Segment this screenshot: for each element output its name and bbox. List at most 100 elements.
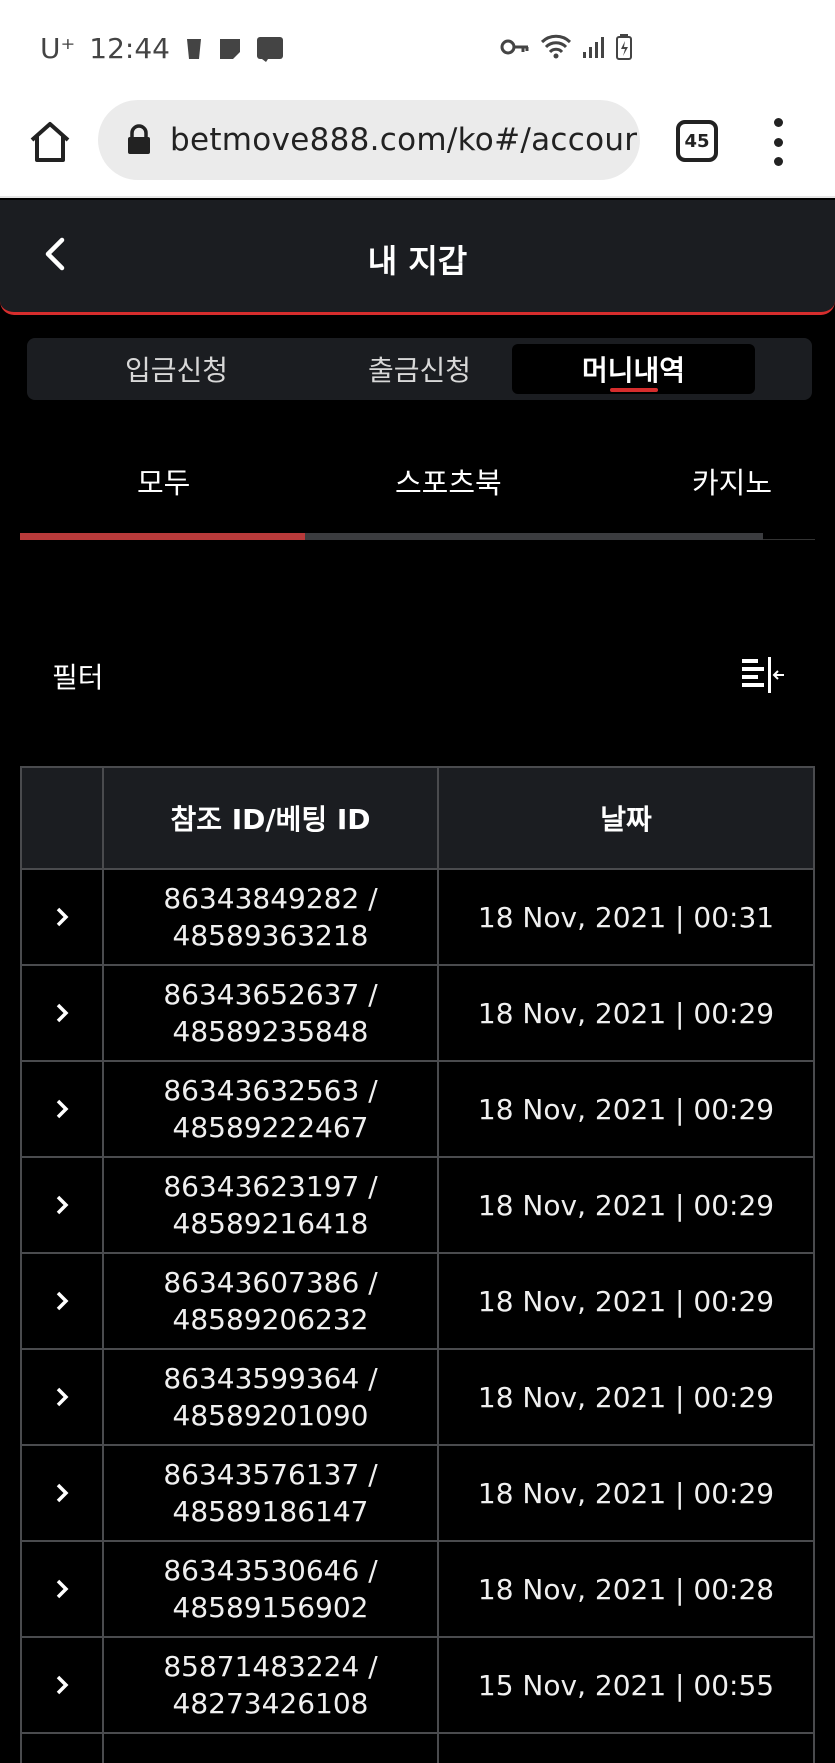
carrier-label: U⁺	[40, 32, 76, 65]
status-time: 12:44	[89, 32, 170, 65]
date-cell: 18 Nov, 2021 | 00:31	[439, 870, 813, 966]
key-icon	[500, 39, 529, 55]
ref-id: 86343530646 /	[163, 1554, 378, 1587]
chevron-right-icon[interactable]	[51, 1482, 73, 1504]
cup-icon	[186, 38, 201, 59]
ref-id-cell: 85871483224 / 48273426108	[104, 1638, 439, 1734]
wallet-segment-tabs: 입금신청 출금신청 머니내역	[27, 338, 812, 400]
ref-id: 86343599364 /	[163, 1362, 378, 1395]
tab-money-history[interactable]: 머니내역	[512, 344, 755, 394]
chevron-right-icon[interactable]	[51, 906, 73, 928]
table-header: 참조 ID/베팅 ID 날짜	[22, 768, 813, 870]
more-options-icon[interactable]	[768, 118, 788, 166]
date-cell: 18 Nov, 2021 | 00:29	[439, 1254, 813, 1350]
table-row[interactable]: 86343849282 / 48589363218 18 Nov, 2021 | …	[22, 870, 813, 966]
bet-id: 48589201090	[172, 1399, 369, 1432]
chevron-right-icon[interactable]	[51, 1578, 73, 1600]
filter-toggle-icon[interactable]	[740, 655, 786, 695]
chevron-right-icon[interactable]	[51, 1386, 73, 1408]
tab-deposit-request[interactable]: 입금신청	[55, 344, 298, 394]
date-cell	[439, 1734, 813, 1763]
bet-id: 48589363218	[172, 919, 369, 952]
ref-id-cell: 86343530646 / 48589156902	[104, 1542, 439, 1638]
table-row[interactable]: 86343576137 / 48589186147 18 Nov, 2021 | …	[22, 1446, 813, 1542]
date-cell: 18 Nov, 2021 | 00:29	[439, 1350, 813, 1446]
bet-id: 48589235848	[172, 1015, 369, 1048]
chevron-right-icon[interactable]	[51, 1098, 73, 1120]
lock-icon	[128, 124, 150, 154]
chevron-right-icon[interactable]	[51, 1674, 73, 1696]
category-tab-all[interactable]: 모두	[137, 460, 190, 502]
expand-cell[interactable]	[22, 1062, 104, 1158]
ref-id-cell: 86343607386 / 48589206232	[104, 1254, 439, 1350]
page-title: 내 지갑	[367, 242, 468, 280]
status-left: U⁺ 12:44	[40, 32, 284, 65]
ref-id-cell: 86343623197 / 48589216418	[104, 1158, 439, 1254]
ref-id-cell	[104, 1734, 439, 1763]
address-bar[interactable]: betmove888.com/ko#/accour	[98, 100, 640, 180]
ref-id: 86343632563 /	[163, 1074, 378, 1107]
note-icon	[219, 38, 240, 59]
status-bar: U⁺ 12:44	[0, 0, 835, 100]
table-row[interactable]: 86343623197 / 48589216418 18 Nov, 2021 | …	[22, 1158, 813, 1254]
battery-icon	[616, 34, 632, 60]
date-cell: 15 Nov, 2021 | 00:55	[439, 1638, 813, 1734]
expand-cell[interactable]	[22, 1158, 104, 1254]
table-row[interactable]: 86343632563 / 48589222467 18 Nov, 2021 | …	[22, 1062, 813, 1158]
category-tab-casino[interactable]: 카지노	[692, 460, 772, 502]
ref-id: 86343623197 /	[163, 1170, 378, 1203]
ref-id-cell: 86343849282 / 48589363218	[104, 870, 439, 966]
table-row-partial	[22, 1734, 813, 1763]
bet-id: 48589156902	[172, 1591, 369, 1624]
category-active-indicator	[20, 533, 305, 540]
chevron-right-icon[interactable]	[51, 1194, 73, 1216]
wifi-icon	[540, 34, 572, 59]
tab-withdraw-label: 출금신청	[367, 354, 472, 387]
chevron-right-icon[interactable]	[51, 1002, 73, 1024]
category-tab-sportsbook[interactable]: 스포츠북	[395, 460, 502, 502]
ref-id: 86343576137 /	[163, 1458, 378, 1491]
expand-cell[interactable]	[22, 1350, 104, 1446]
expand-cell[interactable]	[22, 1254, 104, 1350]
bet-id: 48589186147	[172, 1495, 369, 1528]
date-cell: 18 Nov, 2021 | 00:28	[439, 1542, 813, 1638]
app-header: 내 지갑	[0, 200, 835, 315]
tab-money-history-label: 머니내역	[581, 354, 686, 387]
webtoon-icon	[256, 36, 283, 62]
expand-cell	[22, 1734, 104, 1763]
ref-id: 85871483224 /	[163, 1650, 378, 1683]
expand-cell[interactable]	[22, 1446, 104, 1542]
ref-id-cell: 86343632563 / 48589222467	[104, 1062, 439, 1158]
date-cell: 18 Nov, 2021 | 00:29	[439, 1158, 813, 1254]
ref-id: 86343652637 /	[163, 978, 378, 1011]
home-icon[interactable]	[28, 120, 72, 164]
expand-cell[interactable]	[22, 1638, 104, 1734]
bet-id: 48273426108	[172, 1687, 369, 1720]
tab-switcher-button[interactable]: 45	[676, 120, 718, 162]
header-ref-id: 참조 ID/베팅 ID	[104, 768, 439, 870]
expand-cell[interactable]	[22, 1542, 104, 1638]
tab-withdraw-request[interactable]: 출금신청	[298, 344, 541, 394]
bet-id: 48589222467	[172, 1111, 369, 1144]
tab-deposit-label: 입금신청	[124, 354, 229, 387]
active-tab-indicator	[609, 388, 658, 392]
category-divider	[763, 539, 815, 540]
date-cell: 18 Nov, 2021 | 00:29	[439, 966, 813, 1062]
table-row[interactable]: 86343530646 / 48589156902 18 Nov, 2021 | …	[22, 1542, 813, 1638]
ref-id-cell: 86343599364 / 48589201090	[104, 1350, 439, 1446]
chevron-right-icon[interactable]	[51, 1290, 73, 1312]
ref-id: 86343849282 /	[163, 882, 378, 915]
header-date: 날짜	[439, 768, 813, 870]
table-row[interactable]: 86343599364 / 48589201090 18 Nov, 2021 | …	[22, 1350, 813, 1446]
header-expand	[22, 768, 104, 870]
date-cell: 18 Nov, 2021 | 00:29	[439, 1062, 813, 1158]
table-row[interactable]: 86343607386 / 48589206232 18 Nov, 2021 | …	[22, 1254, 813, 1350]
expand-cell[interactable]	[22, 870, 104, 966]
browser-toolbar: betmove888.com/ko#/accour 45	[0, 100, 835, 198]
filter-label: 필터	[52, 661, 104, 694]
table-row[interactable]: 86343652637 / 48589235848 18 Nov, 2021 | …	[22, 966, 813, 1062]
table-row[interactable]: 85871483224 / 48273426108 15 Nov, 2021 | …	[22, 1638, 813, 1734]
bet-id: 48589216418	[172, 1207, 369, 1240]
signal-icon	[583, 37, 604, 58]
expand-cell[interactable]	[22, 966, 104, 1062]
